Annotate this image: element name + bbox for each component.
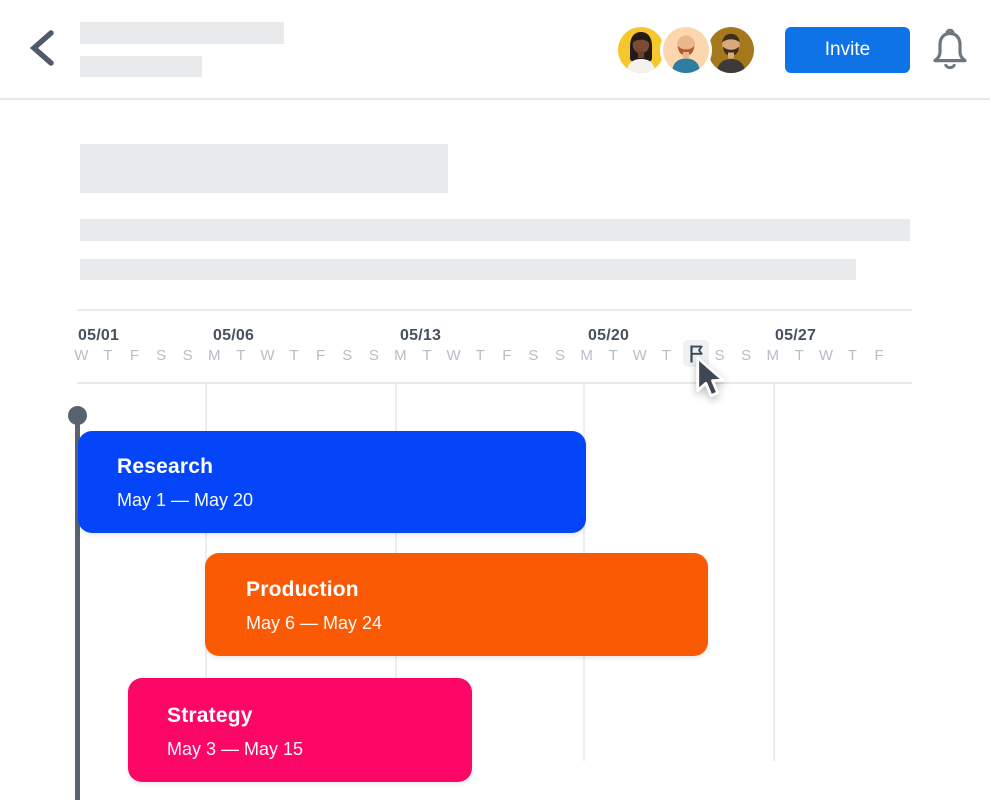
avatar-bald-man-peach[interactable] xyxy=(663,27,709,73)
day-letter: W xyxy=(440,347,467,365)
day-letter: S xyxy=(547,347,574,365)
task-title: Research xyxy=(117,455,586,479)
task-bar-strategy[interactable]: Strategy May 3 — May 15 xyxy=(128,678,472,782)
timeline-axis-rule xyxy=(77,382,912,384)
week-label: 05/01 xyxy=(78,327,119,345)
day-letter-row: W T F S S M T W T F S S M T W T F S S M … xyxy=(68,347,892,365)
timeline-top-rule xyxy=(77,309,912,311)
task-bar-research[interactable]: Research May 1 — May 20 xyxy=(78,431,586,533)
header-bar: Invite xyxy=(0,0,990,100)
day-letter: M xyxy=(573,347,600,365)
day-letter: M xyxy=(387,347,414,365)
task-bar-production[interactable]: Production May 6 — May 24 xyxy=(205,553,708,656)
day-letter: F xyxy=(866,347,893,365)
day-letter: M xyxy=(201,347,228,365)
task-date-range: May 3 — May 15 xyxy=(167,739,472,760)
back-button[interactable] xyxy=(26,29,58,69)
doc-text-placeholder xyxy=(80,219,910,241)
start-date-marker-dot xyxy=(68,406,87,425)
title-placeholder xyxy=(80,22,284,44)
day-letter: S xyxy=(174,347,201,365)
subtitle-placeholder xyxy=(80,56,202,77)
bell-icon xyxy=(930,27,970,71)
avatar-bearded-man-gold[interactable] xyxy=(708,27,754,73)
day-letter: W xyxy=(254,347,281,365)
day-letter: T xyxy=(839,347,866,365)
doc-text-placeholder xyxy=(80,259,856,280)
flag-icon xyxy=(687,344,706,364)
day-letter: T xyxy=(786,347,813,365)
day-letter: F xyxy=(307,347,334,365)
doc-heading-placeholder xyxy=(80,144,448,193)
day-letter: W xyxy=(68,347,95,365)
week-label: 05/13 xyxy=(400,327,441,345)
chevron-left-icon xyxy=(28,29,56,67)
day-letter: W xyxy=(813,347,840,365)
day-letter: T xyxy=(281,347,308,365)
task-title: Production xyxy=(246,578,708,602)
day-letter: F xyxy=(494,347,521,365)
week-label: 05/27 xyxy=(775,327,816,345)
milestone-flag-button[interactable] xyxy=(683,340,709,367)
avatar-woman-illustration xyxy=(618,27,664,73)
day-letter: S xyxy=(706,347,733,365)
day-letter: W xyxy=(626,347,653,365)
notifications-button[interactable] xyxy=(928,27,972,73)
week-label: 05/06 xyxy=(213,327,254,345)
day-letter: T xyxy=(228,347,255,365)
project-timeline-app: Invite 05/01 05/06 05/13 05/20 05/27 W T… xyxy=(0,0,990,800)
day-letter: T xyxy=(414,347,441,365)
day-letter: S xyxy=(148,347,175,365)
avatar-bearded-man-illustration xyxy=(708,27,754,73)
day-letter: S xyxy=(361,347,388,365)
day-letter: T xyxy=(95,347,122,365)
task-date-range: May 1 — May 20 xyxy=(117,490,586,511)
day-letter: T xyxy=(653,347,680,365)
day-letter: S xyxy=(520,347,547,365)
day-letter: S xyxy=(334,347,361,365)
day-letter: M xyxy=(759,347,786,365)
avatar-bald-man-illustration xyxy=(663,27,709,73)
avatar-woman-yellow[interactable] xyxy=(618,27,664,73)
week-label: 05/20 xyxy=(588,327,629,345)
week-gridline xyxy=(773,384,775,761)
invite-button[interactable]: Invite xyxy=(785,27,910,73)
day-letter: F xyxy=(121,347,148,365)
day-letter: S xyxy=(733,347,760,365)
day-letter: T xyxy=(600,347,627,365)
task-date-range: May 6 — May 24 xyxy=(246,613,708,634)
task-title: Strategy xyxy=(167,704,472,728)
day-letter: T xyxy=(467,347,494,365)
